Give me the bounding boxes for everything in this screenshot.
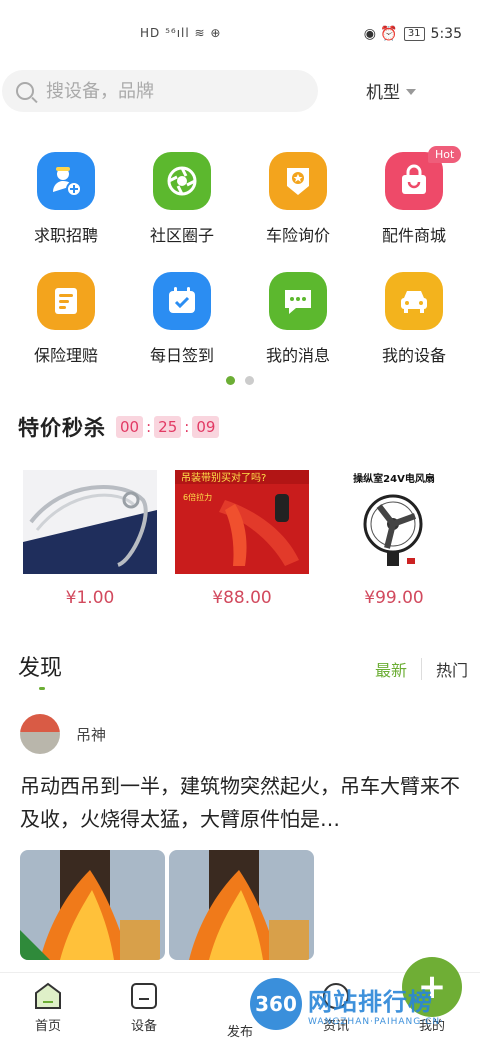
calendar-check-icon [153, 272, 211, 330]
tab-equipment[interactable]: 设备 [96, 973, 192, 1040]
claim-doc-icon [37, 272, 95, 330]
fan-caption: 操纵室24V电风扇 [353, 472, 435, 485]
tab-latest[interactable]: 最新 [375, 657, 407, 681]
caret-down-icon [406, 88, 416, 95]
grid-item-my-equipment[interactable]: 我的设备 [356, 272, 472, 392]
deal-item[interactable]: 吊装带别买对了吗? 6倍拉力 ¥88.00 [166, 470, 318, 608]
discover-underline [39, 687, 45, 690]
post-images [20, 850, 314, 960]
deal-item[interactable]: ¥1.00 [14, 470, 166, 608]
grid-item-community[interactable]: 社区圈子 [124, 152, 240, 272]
discover-header: 发现 最新 热门 [18, 650, 468, 690]
deal-price: ¥88.00 [212, 588, 272, 608]
flash-sale-header: 特价秒杀 00 : 25 : 09 [18, 412, 220, 442]
model-dropdown[interactable]: 机型 [366, 78, 416, 103]
watermark: 360 网站排行榜 WANGZHAN·PAIHANG·CN· [250, 976, 474, 1032]
grid-label: 每日签到 [149, 346, 214, 365]
timer-seconds: 09 [192, 416, 220, 438]
grid-item-checkin[interactable]: 每日签到 [124, 272, 240, 392]
grid-item-parts-mall[interactable]: Hot 配件商城 [356, 146, 472, 272]
search-row: 机型 [0, 70, 480, 112]
post-author[interactable]: 吊神 [20, 714, 106, 754]
post-text[interactable]: 吊动西吊到一半，建筑物突然起火，吊车大臂来不及收，火烧得太猛，大臂原件怕是… [20, 770, 460, 836]
steel-wire-rope-image [23, 470, 157, 574]
search-icon [16, 82, 34, 100]
avatar[interactable] [20, 714, 60, 754]
status-bar: HD ⁵⁶ıll ≋ ⊕ ◉ ⏰ 31 5:35 [0, 0, 480, 70]
grid-item-claims[interactable]: 保险理赔 [8, 272, 124, 392]
sling-subcaption: 6倍拉力 [183, 492, 212, 502]
community-icon [153, 152, 211, 210]
page-indicator [226, 376, 254, 385]
tab-home[interactable]: 首页 [0, 973, 96, 1040]
flash-sale-title: 特价秒杀 [18, 416, 106, 440]
message-icon [269, 272, 327, 330]
grid-item-insurance-quote[interactable]: 车险询价 [240, 152, 356, 272]
page-dot[interactable] [245, 376, 254, 385]
discover-tabs: 最新 热门 [375, 657, 468, 681]
tab-hot[interactable]: 热门 [436, 657, 468, 681]
lifting-sling-image: 吊装带别买对了吗? 6倍拉力 [175, 470, 309, 574]
deal-list: ¥1.00 吊装带别买对了吗? 6倍拉力 ¥88.00 操纵室24V电风扇 ¥9… [0, 470, 480, 608]
search-input[interactable] [46, 80, 286, 102]
grid-label: 保险理赔 [33, 346, 98, 365]
post-image[interactable] [169, 850, 314, 960]
feature-grid: 求职招聘 社区圈子 车险询价 Hot 配件商城 保险理赔 每日签到 我的消息 我… [0, 146, 480, 392]
equipment-icon [131, 983, 157, 1009]
grid-item-jobs[interactable]: 求职招聘 [8, 152, 124, 272]
grid-label: 我的设备 [381, 346, 446, 365]
grid-item-messages[interactable]: 我的消息 [240, 272, 356, 392]
tab-equipment-label: 设备 [130, 1019, 157, 1034]
grid-label: 我的消息 [265, 346, 330, 365]
hot-badge: Hot [428, 146, 462, 163]
post-image[interactable] [20, 850, 165, 960]
home-icon [35, 982, 61, 1009]
battery-icon: 31 [403, 27, 425, 41]
clock: 5:35 [430, 26, 462, 42]
grid-label: 车险询价 [265, 226, 330, 245]
post-username[interactable]: 吊神 [76, 724, 106, 745]
deal-price: ¥1.00 [65, 588, 115, 608]
network-indicators: HD ⁵⁶ıll ≋ ⊕ [140, 26, 222, 40]
model-dropdown-label: 机型 [366, 83, 400, 103]
deal-price: ¥99.00 [364, 588, 424, 608]
tab-home-label: 首页 [34, 1019, 61, 1034]
watermark-logo: 360 [250, 978, 302, 1030]
countdown-timer: 00 : 25 : 09 [116, 416, 220, 438]
job-icon [37, 152, 95, 210]
discover-title: 发现 [18, 656, 63, 681]
watermark-main-text: 网站排行榜 [308, 987, 433, 1016]
page-dot-active[interactable] [226, 376, 235, 385]
car-icon [385, 272, 443, 330]
grid-label: 社区圈子 [149, 226, 214, 245]
deal-item[interactable]: 操纵室24V电风扇 ¥99.00 [318, 470, 470, 608]
fan-image: 操纵室24V电风扇 [327, 470, 461, 574]
grid-label: 配件商城 [381, 226, 446, 245]
sling-caption: 吊装带别买对了吗? [181, 471, 266, 484]
timer-hours: 00 [116, 416, 144, 438]
eye-alarm-icons: ◉ ⏰ [363, 26, 398, 42]
status-right: ◉ ⏰ 31 5:35 [364, 26, 462, 42]
insurance-quote-icon [269, 152, 327, 210]
timer-minutes: 25 [154, 416, 182, 438]
search-box[interactable] [2, 70, 318, 112]
watermark-sub-text: WANGZHAN·PAIHANG·CN· [308, 1016, 444, 1027]
grid-label: 求职招聘 [33, 226, 98, 245]
